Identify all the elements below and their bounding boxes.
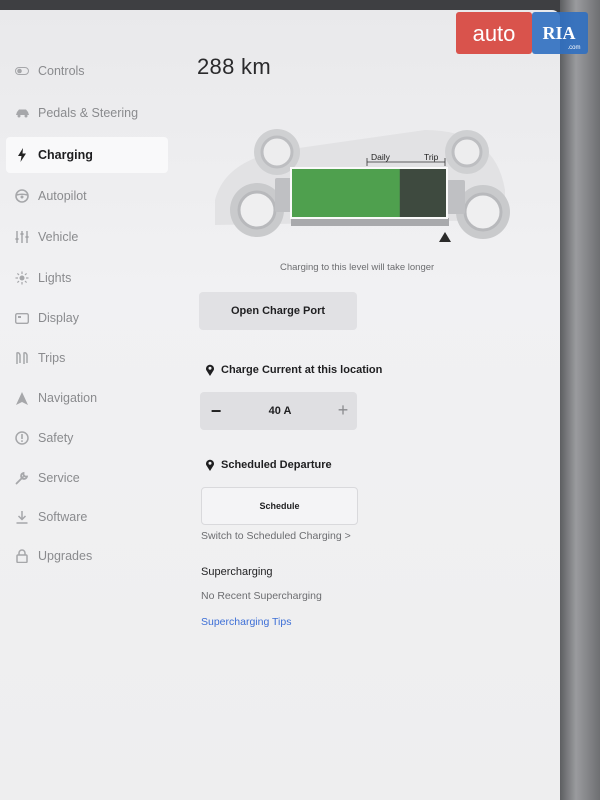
sidebar-item-label: Pedals & Steering — [38, 106, 139, 120]
charge-current-value: 40 A — [268, 405, 292, 417]
sidebar-item-label: Navigation — [38, 391, 98, 405]
trips-icon — [14, 350, 30, 366]
trip-label: Trip — [424, 152, 439, 162]
navigation-arrow-icon — [14, 390, 30, 406]
car-icon — [14, 105, 30, 121]
sidebar-item-label: Controls — [38, 64, 85, 78]
sidebar-item-controls[interactable]: Controls — [0, 53, 168, 89]
sidebar-item-software[interactable]: Software — [0, 499, 168, 535]
sidebar-item-navigation[interactable]: Navigation — [0, 380, 168, 416]
scheduled-departure-heading: Scheduled Departure — [205, 459, 332, 471]
touchscreen: Controls Pedals & Steering Charging Auto… — [0, 10, 560, 800]
sun-icon — [14, 270, 30, 286]
sidebar-item-autopilot[interactable]: Autopilot — [0, 178, 168, 214]
location-pin-icon — [206, 459, 214, 471]
sidebar-item-label: Service — [38, 471, 80, 485]
sidebar-item-safety[interactable]: Safety — [0, 420, 168, 456]
lightning-bolt-icon — [14, 147, 30, 163]
motor-front — [447, 180, 465, 214]
battery-charge-fill — [292, 169, 400, 217]
supercharging-title: Supercharging — [201, 566, 273, 578]
rear-right-wheel — [445, 130, 489, 174]
battery-base — [291, 218, 449, 226]
toggle-icon — [14, 63, 30, 79]
charge-current-heading-text: Charge Current at this location — [221, 364, 383, 376]
location-pin-icon — [206, 364, 214, 376]
download-icon — [14, 509, 30, 525]
range-readout: 288 km — [197, 54, 271, 79]
display-icon — [14, 310, 30, 326]
sliders-icon — [14, 229, 30, 245]
charge-limit-slider-handle[interactable] — [439, 232, 451, 242]
sidebar-item-label: Autopilot — [38, 189, 87, 203]
charge-current-stepper: − 40 A + — [200, 392, 357, 430]
lock-icon — [14, 548, 30, 564]
charge-current-heading: Charge Current at this location — [205, 364, 382, 376]
sidebar-item-label: Charging — [38, 148, 93, 162]
sidebar-item-trips[interactable]: Trips — [0, 340, 168, 376]
sidebar-item-label: Trips — [38, 351, 66, 365]
supercharging-status: No Recent Supercharging — [201, 590, 322, 602]
screen-bezel-right — [560, 0, 600, 800]
watermark-auto: auto — [473, 21, 516, 46]
wrench-icon — [14, 470, 30, 486]
battery-visualization: Daily Trip — [215, 129, 510, 242]
watermark-com: .com — [567, 45, 580, 51]
sidebar-item-label: Display — [38, 311, 79, 325]
autoria-watermark: auto RIA .com — [456, 12, 588, 54]
sidebar-item-pedals-steering[interactable]: Pedals & Steering — [0, 95, 168, 131]
increase-current-button[interactable]: + — [334, 400, 352, 420]
sidebar-item-upgrades[interactable]: Upgrades — [0, 538, 168, 574]
sidebar-item-charging[interactable]: Charging — [6, 137, 168, 173]
safety-icon — [14, 430, 30, 446]
steering-wheel-icon — [14, 188, 30, 204]
sidebar-item-label: Lights — [38, 271, 72, 285]
sidebar-item-display[interactable]: Display — [0, 300, 168, 336]
sidebar-item-label: Vehicle — [38, 230, 79, 244]
sidebar-item-lights[interactable]: Lights — [0, 260, 168, 296]
scheduled-departure-heading-text: Scheduled Departure — [221, 459, 332, 471]
sidebar-item-service[interactable]: Service — [0, 460, 168, 496]
charge-level-note: Charging to this level will take longer — [280, 262, 435, 273]
switch-to-scheduled-charging-link[interactable]: Switch to Scheduled Charging > — [201, 530, 351, 542]
decrease-current-button[interactable]: − — [208, 401, 224, 421]
sidebar-item-label: Safety — [38, 431, 74, 445]
schedule-button[interactable]: Schedule — [201, 487, 358, 525]
sidebar-item-label: Software — [38, 510, 88, 524]
sidebar-item-vehicle[interactable]: Vehicle — [0, 219, 168, 255]
watermark-ria: RIA — [542, 23, 575, 43]
sidebar-item-label: Upgrades — [38, 549, 93, 563]
open-charge-port-button[interactable]: Open Charge Port — [199, 292, 357, 330]
daily-label: Daily — [371, 152, 391, 162]
supercharging-tips-link[interactable]: Supercharging Tips — [201, 616, 291, 628]
